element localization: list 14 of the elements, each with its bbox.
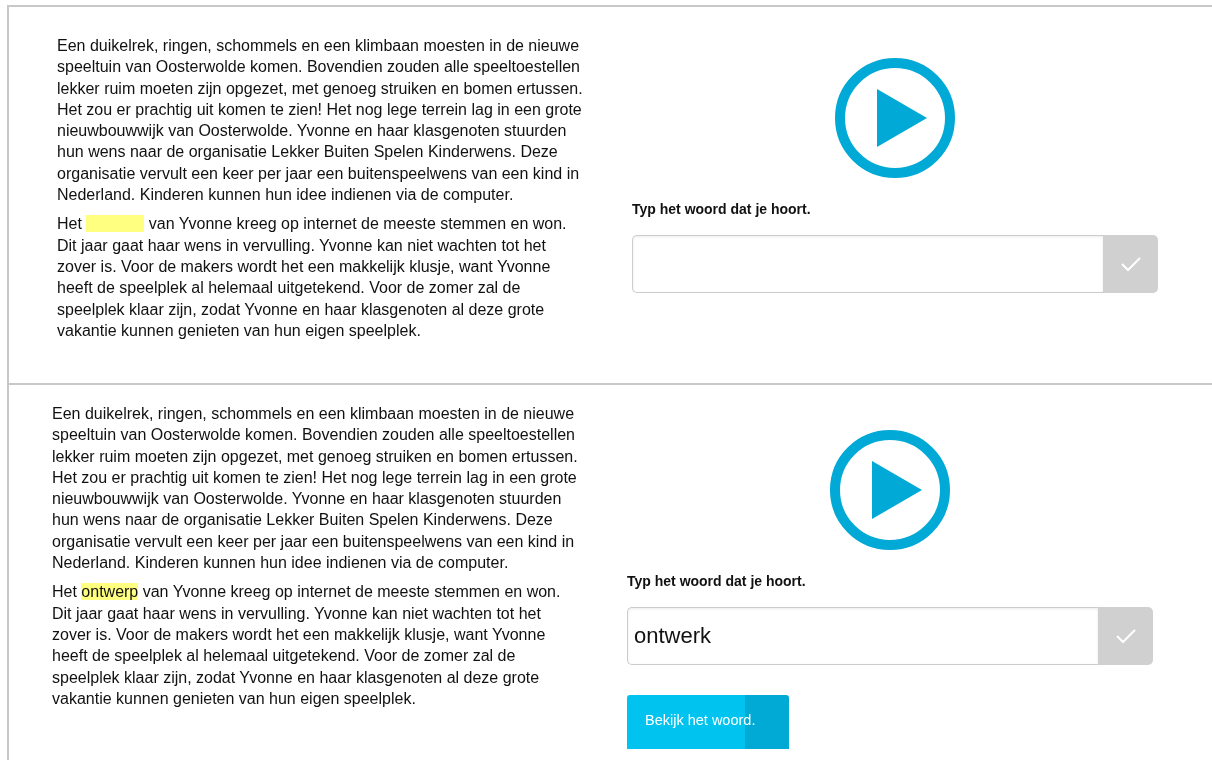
check-icon bbox=[1120, 256, 1141, 272]
play-icon[interactable] bbox=[834, 57, 956, 179]
story-paragraph: Het ontwerp van Yvonne kreeg op internet de meeste stemmen en won. Dit jaar gaat haar wens in vervulling. Yvonne kan niet wachten tot het zover is. Voor de makers wordt het een makkelijk klusje, want Yvonne heeft de speelplek al helemaal uitgetekend. Voor de zomer zal de speelplek klaar zijn, zodat Yvonne en haar klasgenoten al deze grote vakantie kunnen genieten van hun eigen speelplek. bbox=[52, 582, 562, 709]
instruction-text: Typ het woord dat je hoort. bbox=[632, 201, 812, 217]
story-paragraph: Het van Yvonne kreeg op internet de meeste stemmen en won. Dit jaar gaat haar wens in vervulling. Yvonne kan niet wachten tot het zover is. Voor de makers wordt het een makkelijk klusje, want Yvonne heeft de speelplek al helemaal uitgetekend. Voor de zomer zal de speelplek klaar zijn, zodat Yvonne en haar klasgenoten al deze grote vakantie kunnen genieten van hun eigen speelplek. bbox=[57, 214, 568, 341]
submit-button[interactable] bbox=[1098, 607, 1153, 665]
play-icon[interactable] bbox=[829, 429, 951, 551]
answer-field[interactable]: ontwerk bbox=[627, 607, 1098, 665]
check-icon bbox=[1115, 628, 1136, 644]
answer-field[interactable] bbox=[632, 235, 1103, 293]
instruction-text: Typ het woord dat je hoort. bbox=[627, 573, 807, 589]
submit-button[interactable] bbox=[1103, 235, 1158, 293]
story-paragraph: Een duikelrek, ringen, schommels en een klimbaan moesten in de nieuwe speeltuin van Oosterwolde komen. Bovendien zouden alle speeltoestellen lekker ruim moeten zijn opgezet, met genoeg struiken en bomen ertussen. Het zou er prachtig uit komen te zien! Het nog lege terrein lag in een grote nieuwbouwwijk van Oosterwolde. Yvonne en haar klasgenoten stuurden hun wens naar de organisatie Lekker Buiten Spelen Kinderwens. Deze organisatie vervult een keer per jaar een buitenspeelwens van een kind in Nederland. Kinderen kunnen hun idee indienen via de computer. bbox=[52, 404, 579, 574]
story-paragraph: Een duikelrek, ringen, schommels en een klimbaan moesten in de nieuwe speeltuin van Oosterwolde komen. Bovendien zouden alle speeltoestellen lekker ruim moeten zijn opgezet, met genoeg struiken en bomen ertussen. Het zou er prachtig uit komen te zien! Het nog lege terrein lag in een grote nieuwbouwwijk van Oosterwolde. Yvonne en haar klasgenoten stuurden hun wens naar de organisatie Lekker Buiten Spelen Kinderwens. Deze organisatie vervult een keer per jaar een buitenspeelwens van een kind in Nederland. Kinderen kunnen hun idee indienen via de computer. bbox=[57, 36, 584, 206]
